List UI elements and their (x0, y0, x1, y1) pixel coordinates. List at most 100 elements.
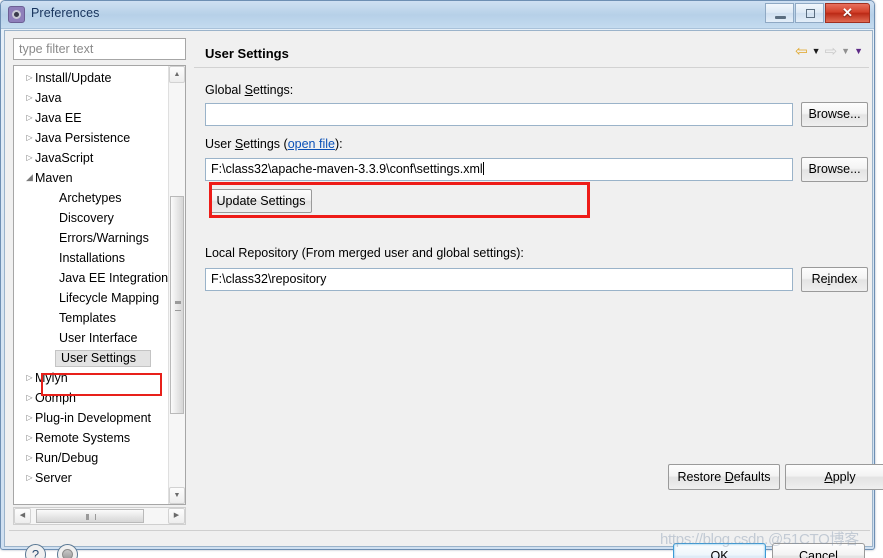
local-repository-label: Local Repository (From merged user and g… (205, 246, 524, 260)
back-arrow-icon[interactable]: ⇦ (795, 44, 808, 59)
tree-item-label: Java EE (35, 111, 82, 125)
tree-item-templates[interactable]: Templates (14, 308, 166, 328)
tree-item-javascript[interactable]: JavaScript (14, 148, 166, 168)
tree-item-label: Maven (35, 171, 73, 185)
user-settings-browse-button[interactable]: Browse... (801, 157, 868, 182)
apply-button[interactable]: Apply (785, 464, 883, 490)
tree-item-label: User Interface (59, 331, 138, 345)
chevron-down-icon[interactable] (24, 167, 35, 188)
global-settings-input[interactable] (205, 103, 793, 126)
chevron-right-icon[interactable] (24, 388, 35, 408)
reindex-button[interactable]: Reindex (801, 267, 868, 292)
tree-item-remote-systems[interactable]: Remote Systems (14, 428, 166, 448)
title-bar[interactable]: Preferences ✕ (1, 1, 874, 29)
window-controls: ✕ (764, 3, 870, 23)
preferences-window: Preferences ✕ type filter text Install/U… (0, 0, 883, 558)
tree-item-plug-in-development[interactable]: Plug-in Development (14, 408, 166, 428)
chevron-right-icon[interactable] (24, 128, 35, 148)
shell-menu-icon[interactable] (57, 544, 78, 558)
chevron-right-icon[interactable] (24, 148, 35, 168)
scroll-left-icon[interactable]: ◀ (14, 508, 31, 524)
tree-item-discovery[interactable]: Discovery (14, 208, 166, 228)
eclipse-gear-icon (8, 6, 25, 23)
tree-item-label: JavaScript (35, 151, 94, 165)
user-settings-label: User Settings (open file): (205, 137, 343, 151)
close-button[interactable]: ✕ (825, 3, 870, 23)
tree-item-label: Installations (59, 251, 126, 265)
global-settings-label: Global Settings: (205, 83, 294, 97)
minimize-button[interactable] (765, 3, 794, 23)
preferences-dialog-screenshot: Preferences ✕ type filter text Install/U… (0, 0, 883, 558)
tree-item-run-debug[interactable]: Run/Debug (14, 448, 166, 468)
tree-item-installations[interactable]: Installations (14, 248, 166, 268)
open-file-link[interactable]: open file (288, 137, 335, 151)
scroll-up-icon[interactable]: ▲ (169, 66, 185, 83)
page-title: User Settings (205, 46, 289, 61)
tree-item-label: Oomph (35, 391, 76, 405)
cancel-button[interactable]: Cancel (772, 543, 865, 558)
tree-item-user-settings[interactable]: User Settings (14, 348, 166, 368)
tree-item-label: Run/Debug (35, 451, 99, 465)
update-settings-button[interactable]: Update Settings (210, 189, 312, 213)
text-caret (482, 162, 484, 175)
tree-item-maven[interactable]: Maven (14, 168, 166, 188)
back-history-chevron-down-icon[interactable]: ▼ (812, 47, 821, 56)
tree-item-label: Errors/Warnings (59, 231, 149, 245)
tree-vertical-scrollbar[interactable]: ▲ ▼ (168, 66, 185, 504)
horizontal-scroll-thumb[interactable] (36, 509, 144, 523)
window-title: Preferences (31, 6, 100, 20)
tree-item-server[interactable]: Server (14, 468, 166, 488)
tree-item-java-persistence[interactable]: Java Persistence (14, 128, 166, 148)
tree-item-java-ee[interactable]: Java EE (14, 108, 166, 128)
view-menu-chevron-down-icon[interactable]: ▼ (854, 47, 863, 56)
tree-item-lifecycle-mapping[interactable]: Lifecycle Mapping (14, 288, 166, 308)
chevron-right-icon[interactable] (24, 448, 35, 468)
title-separator (194, 67, 869, 68)
global-settings-browse-button[interactable]: Browse... (801, 102, 868, 127)
filter-input[interactable]: type filter text (13, 38, 186, 60)
user-settings-input[interactable]: F:\class32\apache-maven-3.3.9\conf\setti… (205, 158, 793, 181)
tree-item-mylyn[interactable]: Mylyn (14, 368, 166, 388)
settings-page: User Settings ⇦ ▼ ⇨ ▼ ▼ Global Settings:… (194, 34, 883, 529)
tree-item-label: Archetypes (59, 191, 122, 205)
chevron-right-icon[interactable] (24, 68, 35, 88)
tree-item-label: Java Persistence (35, 131, 131, 145)
chevron-right-icon[interactable] (24, 88, 35, 108)
tree-item-label: Mylyn (35, 371, 68, 385)
tree-item-java[interactable]: Java (14, 88, 166, 108)
chevron-right-icon[interactable] (24, 428, 35, 448)
forward-history-chevron-down-icon: ▼ (841, 46, 851, 56)
tree-item-oomph[interactable]: Oomph (14, 388, 166, 408)
chevron-right-icon[interactable] (24, 108, 35, 128)
restore-defaults-button[interactable]: Restore Defaults (668, 464, 780, 490)
question-mark-icon[interactable]: ? (25, 544, 46, 558)
local-repository-input: F:\class32\repository (205, 268, 793, 291)
footer-separator (9, 530, 870, 531)
user-settings-input-value: F:\class32\apache-maven-3.3.9\conf\setti… (211, 162, 483, 176)
tree-item-label: Templates (59, 311, 116, 325)
maximize-button[interactable] (795, 3, 824, 23)
tree-item-java-ee-integration[interactable]: Java EE Integration (14, 268, 169, 288)
tree-item-install-update[interactable]: Install/Update (14, 68, 166, 88)
preferences-tree[interactable]: Install/Update Java Java EE Java Persistenc… (13, 65, 186, 505)
scroll-down-icon[interactable]: ▼ (169, 487, 185, 504)
scroll-right-icon[interactable]: ▶ (168, 508, 185, 524)
tree-horizontal-scrollbar[interactable]: ◀ ▶ (13, 507, 186, 525)
tree-item-label: Discovery (59, 211, 114, 225)
ok-button[interactable]: OK (673, 543, 766, 558)
chevron-right-icon[interactable] (24, 468, 35, 488)
chevron-right-icon[interactable] (24, 408, 35, 428)
tree-item-list: Install/Update Java Java EE Java Persistenc… (14, 66, 169, 488)
chevron-right-icon[interactable] (24, 368, 35, 388)
tree-item-label: Install/Update (35, 71, 112, 85)
tree-item-label: Java EE Integration (59, 271, 169, 285)
tree-item-errors-warnings[interactable]: Errors/Warnings (14, 228, 166, 248)
tree-item-label: Java (35, 91, 62, 105)
page-navigation-toolbar: ⇦ ▼ ⇨ ▼ ▼ (795, 44, 863, 59)
tree-item-label: Plug-in Development (35, 411, 152, 425)
vertical-scroll-thumb[interactable] (170, 196, 184, 414)
dialog-body: type filter text Install/Update Java Java … (4, 30, 883, 558)
tree-item-user-interface[interactable]: User Interface (14, 328, 166, 348)
tree-item-archetypes[interactable]: Archetypes (14, 188, 166, 208)
tree-item-label: User Settings (55, 350, 152, 367)
